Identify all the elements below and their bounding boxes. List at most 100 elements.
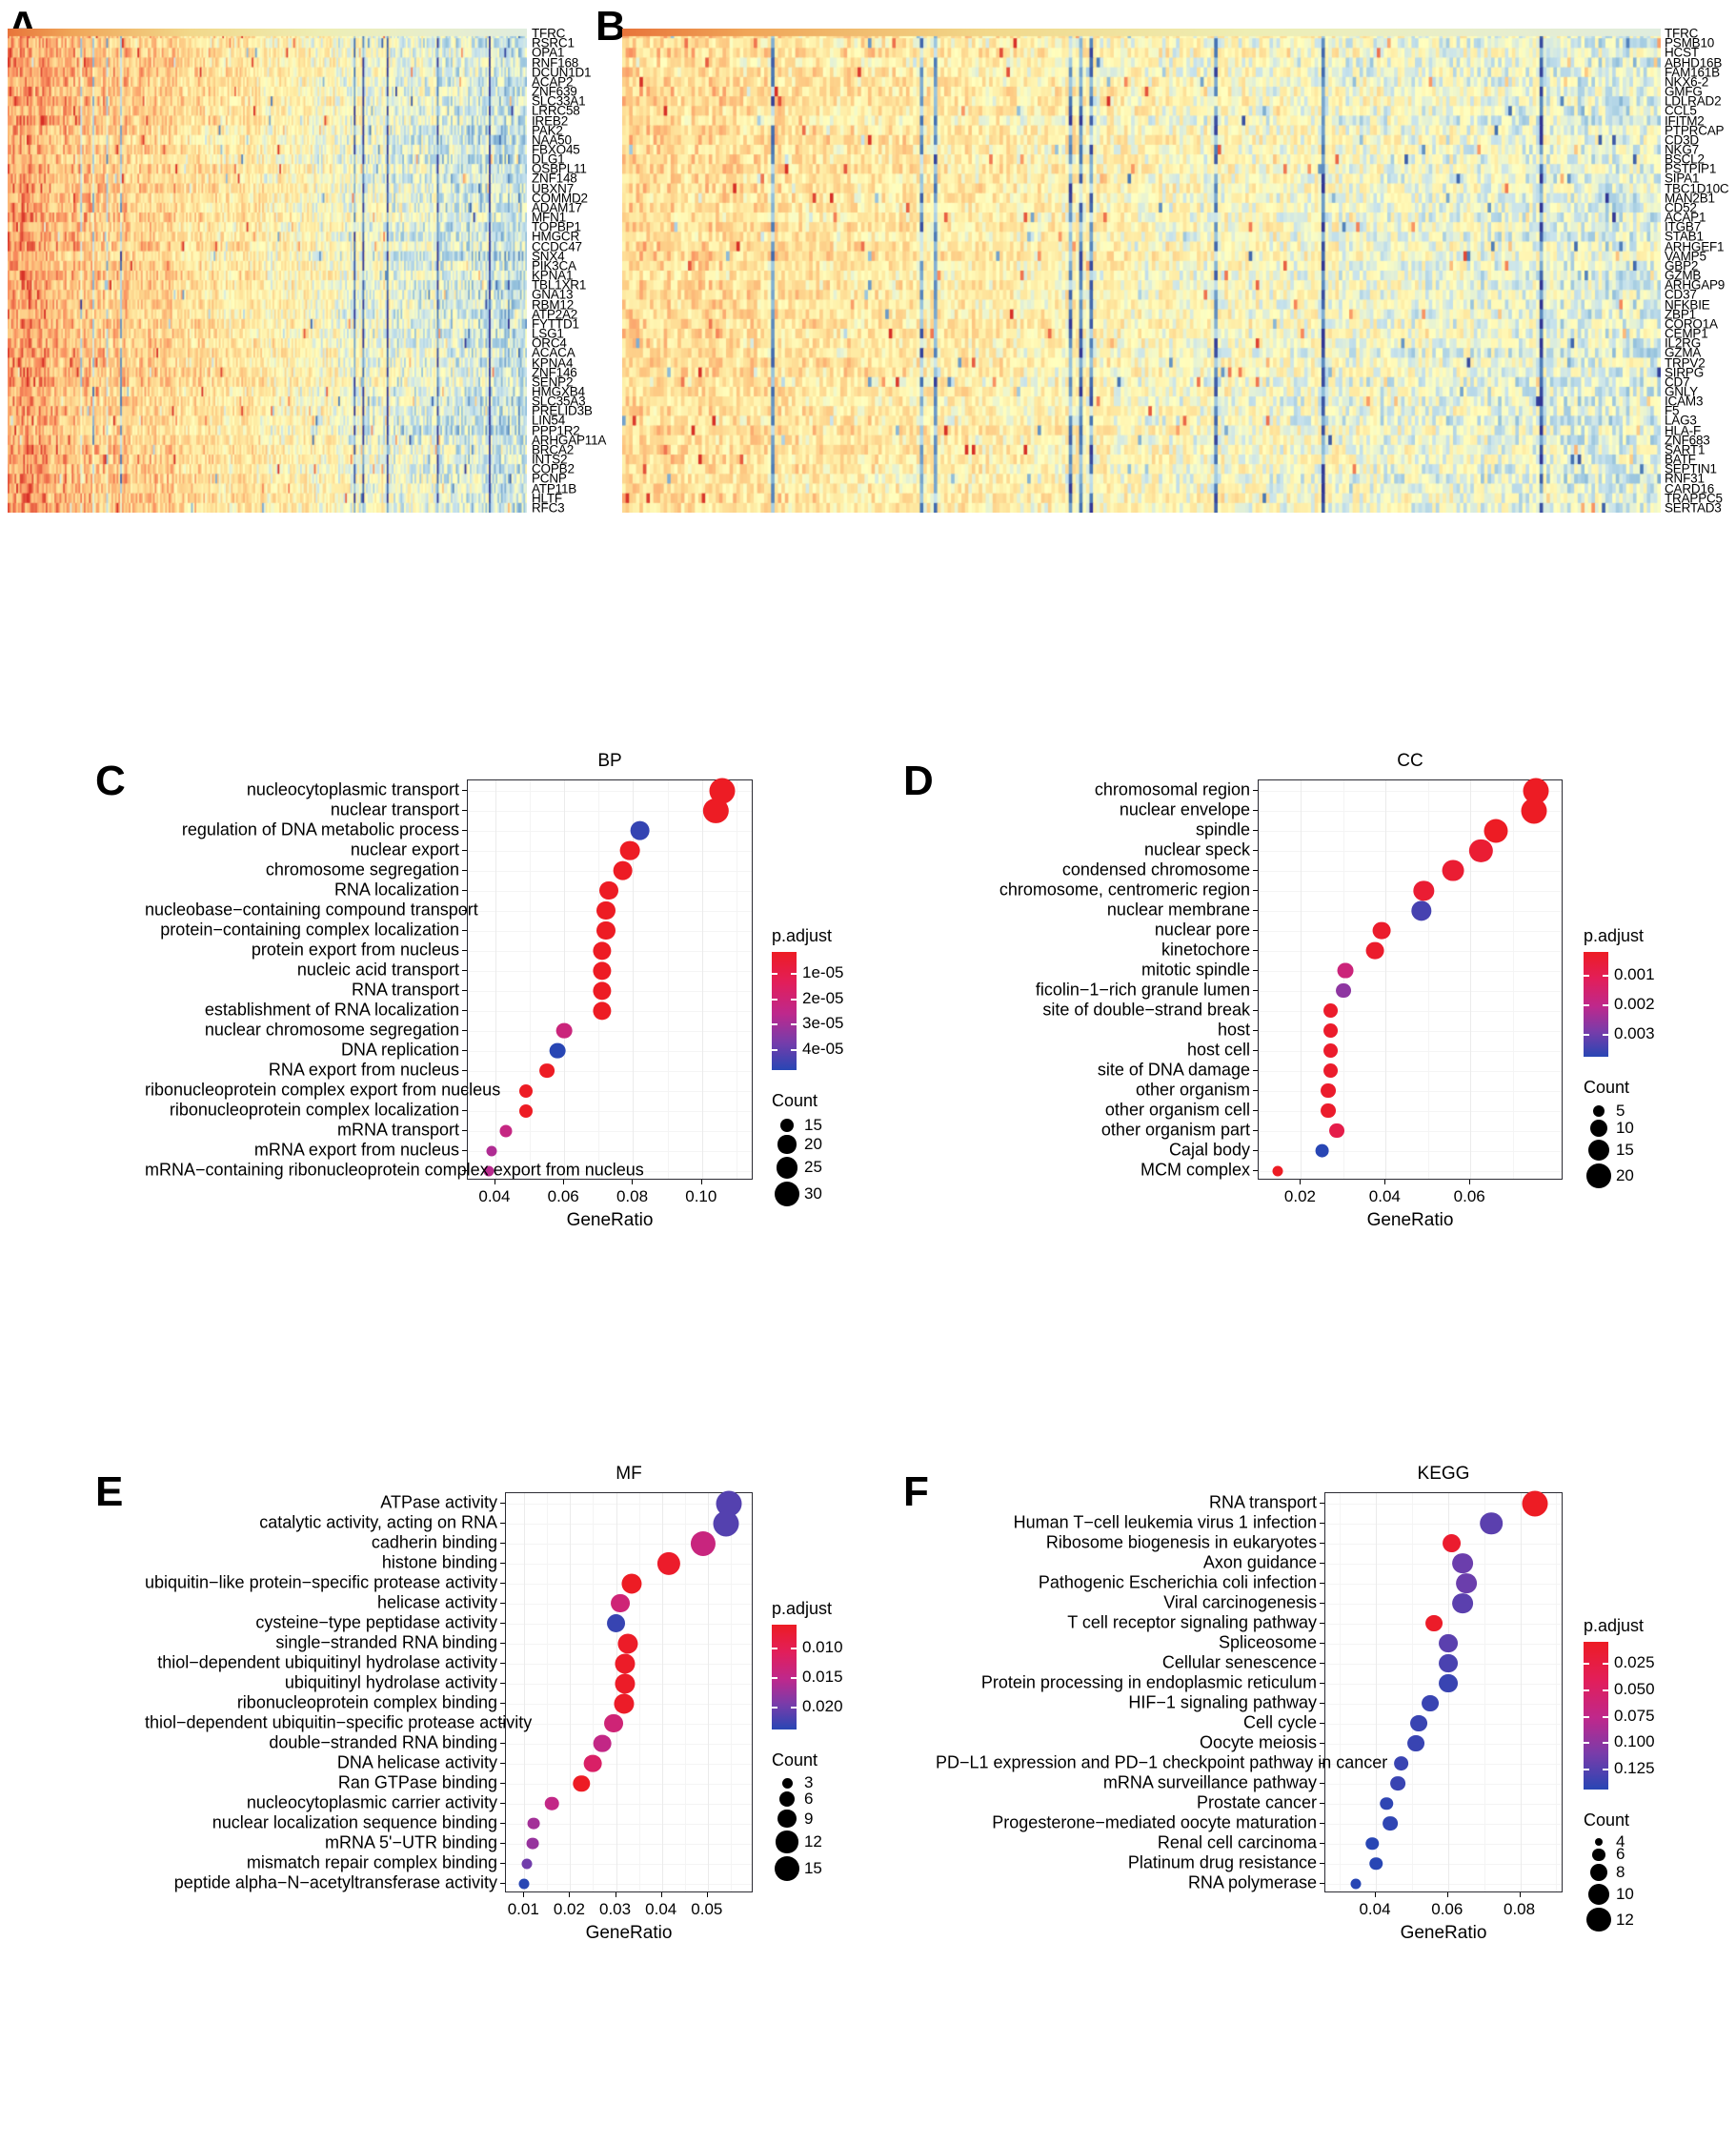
data-point[interactable]	[593, 981, 612, 1001]
data-point[interactable]	[1321, 1082, 1337, 1099]
count-legend-row: 9	[772, 1808, 886, 1830]
data-point[interactable]	[1389, 1775, 1405, 1791]
data-point[interactable]	[519, 1103, 534, 1118]
data-point[interactable]	[1438, 1633, 1458, 1653]
data-point[interactable]	[621, 1572, 642, 1594]
data-point[interactable]	[1322, 1022, 1339, 1039]
data-point[interactable]	[1521, 798, 1547, 823]
data-point[interactable]	[713, 1510, 739, 1536]
y-tick	[1253, 1069, 1258, 1071]
data-point[interactable]	[1372, 921, 1391, 940]
category-label: nuclear pore	[1154, 920, 1250, 939]
data-point[interactable]	[593, 1734, 612, 1752]
data-point[interactable]	[1322, 1042, 1339, 1059]
data-point[interactable]	[1322, 1062, 1339, 1079]
data-point[interactable]	[1452, 1552, 1473, 1574]
data-point[interactable]	[1484, 818, 1508, 843]
dotplot-panel-e: MF ATPase activity catalytic activity, act…	[143, 1464, 772, 1943]
data-point[interactable]	[1322, 1002, 1339, 1019]
data-point[interactable]	[521, 1858, 533, 1869]
data-point[interactable]	[499, 1123, 513, 1138]
data-point[interactable]	[1369, 1856, 1383, 1871]
data-point[interactable]	[544, 1796, 559, 1810]
data-point[interactable]	[1272, 1165, 1283, 1176]
data-point[interactable]	[604, 1713, 624, 1733]
count-legend-row: 20	[772, 1134, 886, 1155]
data-point[interactable]	[595, 920, 616, 941]
y-tick	[1320, 1862, 1324, 1864]
x-axis-title: GeneRatio	[585, 1923, 673, 1943]
x-tick-label: 0.06	[547, 1187, 579, 1205]
data-point[interactable]	[703, 798, 729, 823]
data-point[interactable]	[1393, 1755, 1409, 1771]
data-point[interactable]	[656, 1551, 681, 1575]
data-point[interactable]	[1365, 941, 1384, 960]
data-point[interactable]	[1469, 839, 1493, 862]
category-label: mRNA transport	[336, 1120, 459, 1139]
gridline-h	[506, 1803, 752, 1805]
data-point[interactable]	[1413, 880, 1434, 901]
data-point[interactable]	[518, 1878, 530, 1889]
data-point[interactable]	[1442, 860, 1464, 881]
data-point[interactable]	[1335, 982, 1351, 999]
data-point[interactable]	[1350, 1878, 1362, 1889]
x-tick-label: 0.06	[1431, 1900, 1463, 1918]
data-point[interactable]	[1410, 1714, 1428, 1732]
data-point[interactable]	[584, 1754, 602, 1772]
data-point[interactable]	[1438, 1673, 1458, 1693]
data-point[interactable]	[615, 1652, 636, 1674]
data-point[interactable]	[1337, 962, 1354, 979]
data-point[interactable]	[606, 1613, 626, 1633]
data-point[interactable]	[619, 840, 640, 860]
data-point[interactable]	[526, 1837, 539, 1850]
y-tick	[1253, 849, 1258, 851]
data-point[interactable]	[613, 860, 634, 880]
data-point[interactable]	[617, 1632, 638, 1654]
data-point[interactable]	[519, 1083, 534, 1098]
data-point[interactable]	[593, 1001, 612, 1021]
data-point[interactable]	[1442, 1533, 1462, 1553]
panel-letter-e: E	[95, 1468, 124, 1515]
data-point[interactable]	[1380, 1796, 1394, 1810]
data-point[interactable]	[630, 820, 651, 840]
y-tick	[462, 829, 467, 831]
data-point[interactable]	[527, 1817, 540, 1830]
legend-count-title: Count	[772, 1750, 818, 1770]
data-point[interactable]	[1421, 1694, 1439, 1712]
data-point[interactable]	[593, 961, 612, 981]
data-point[interactable]	[486, 1145, 497, 1156]
y-tick	[1320, 1762, 1324, 1764]
colorbar-tick-dash	[772, 1049, 777, 1052]
data-point[interactable]	[615, 1672, 636, 1694]
data-point[interactable]	[549, 1042, 566, 1059]
data-point[interactable]	[1438, 1653, 1458, 1673]
data-point[interactable]	[1452, 1592, 1473, 1614]
data-point[interactable]	[690, 1530, 717, 1556]
category-label: ATPase activity	[380, 1492, 497, 1511]
x-tick-label: 0.08	[1503, 1900, 1536, 1918]
y-tick	[1320, 1502, 1324, 1504]
y-tick	[1320, 1602, 1324, 1604]
data-point[interactable]	[539, 1062, 555, 1079]
data-point[interactable]	[1480, 1511, 1504, 1535]
data-point[interactable]	[595, 900, 616, 920]
data-point[interactable]	[1522, 1490, 1548, 1516]
count-legend-dot	[777, 1135, 797, 1154]
data-point[interactable]	[614, 1692, 635, 1714]
data-point[interactable]	[573, 1774, 591, 1792]
colorbar-tick-dash	[1603, 1689, 1608, 1691]
data-point[interactable]	[555, 1022, 573, 1039]
data-point[interactable]	[611, 1593, 631, 1613]
data-point[interactable]	[1406, 1734, 1424, 1752]
data-point[interactable]	[1424, 1614, 1443, 1632]
x-tick-mark	[1469, 1180, 1471, 1184]
padjust-colorbar	[772, 952, 797, 1070]
data-point[interactable]	[1315, 1143, 1330, 1158]
data-point[interactable]	[1321, 1102, 1337, 1119]
data-point[interactable]	[1383, 1815, 1399, 1831]
data-point[interactable]	[599, 880, 619, 900]
category-label: chromosome, centromeric region	[999, 880, 1250, 899]
data-point[interactable]	[593, 941, 612, 961]
data-point[interactable]	[1455, 1572, 1477, 1594]
data-point[interactable]	[1329, 1123, 1345, 1139]
